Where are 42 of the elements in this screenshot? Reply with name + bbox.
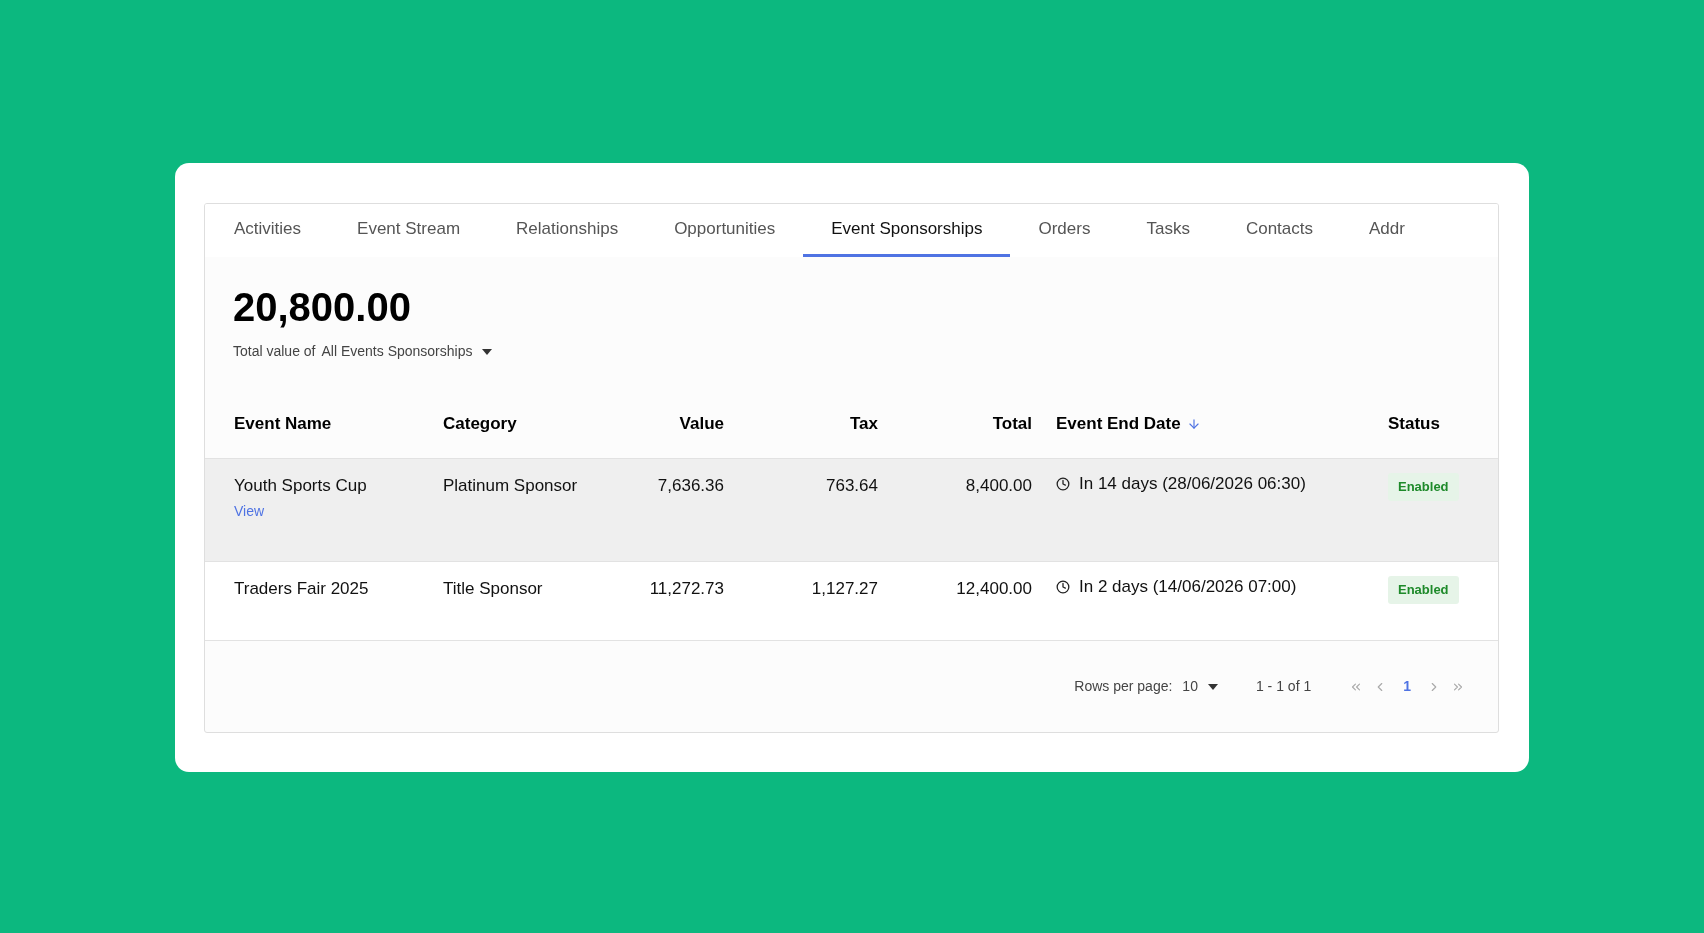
status-badge: Enabled (1388, 473, 1459, 501)
column-header[interactable]: Event End Date (1056, 410, 1201, 437)
tab[interactable]: Event Stream (329, 204, 489, 257)
table-cell-text: In 2 days (14/06/2026 07:00) (1079, 576, 1297, 599)
status-badge: Enabled (1388, 576, 1459, 604)
table-cell-text: 763.64 (826, 475, 878, 497)
column-header[interactable]: Category (443, 410, 517, 437)
column-header[interactable]: Event Name (234, 410, 332, 437)
page-range: 1 - 1 of 1 (1255, 677, 1312, 696)
rows-per-page-dropdown[interactable]: 10 (1182, 676, 1218, 697)
table-cell-text: Platinum Sponsor (443, 475, 578, 497)
total-value: 20,800.00 (233, 287, 412, 327)
table-cell-text: 11,272.73 (649, 578, 724, 600)
table-cell-text: 1,127.27 (811, 578, 878, 600)
page-button[interactable]: 1 (1397, 676, 1417, 697)
filter-dropdown[interactable]: All Events Sponsorships (321, 341, 493, 362)
tab[interactable]: Event Sponsorships (803, 204, 1011, 257)
tab[interactable]: Activities (206, 204, 330, 257)
table-cell-text: Youth Sports Cup (234, 475, 367, 497)
caret-icon (1207, 683, 1218, 690)
table-cell-text: In 14 days (28/06/2026 06:30) (1079, 473, 1306, 496)
tab[interactable]: Relationships (488, 204, 647, 257)
tab[interactable]: Addr (1341, 204, 1433, 257)
table-cell-text: 8,400.00 (965, 475, 1032, 497)
tab[interactable]: Opportunities (646, 204, 804, 257)
view-link[interactable]: View (234, 500, 265, 522)
table-cell-text: Traders Fair 2025 (234, 578, 369, 600)
clock-icon (1056, 477, 1070, 491)
column-header[interactable]: Value (679, 410, 724, 437)
table-cell-text: 12,400.00 (956, 578, 1032, 600)
column-header[interactable]: Status (1388, 410, 1440, 437)
caret-icon (482, 348, 493, 355)
tab[interactable]: Tasks (1118, 204, 1218, 257)
clock-icon (1056, 580, 1070, 594)
tab[interactable]: Orders (1010, 204, 1119, 257)
table-cell-text: 7,636.36 (657, 475, 724, 497)
table-cell-text: Title Sponsor (443, 578, 543, 600)
rows-per-page-label: Rows per page: (1074, 677, 1173, 696)
column-header[interactable]: Total (992, 410, 1032, 437)
tab[interactable]: Contacts (1217, 204, 1341, 257)
column-header[interactable]: Tax (849, 410, 878, 437)
total-caption: Total value of (233, 342, 316, 361)
